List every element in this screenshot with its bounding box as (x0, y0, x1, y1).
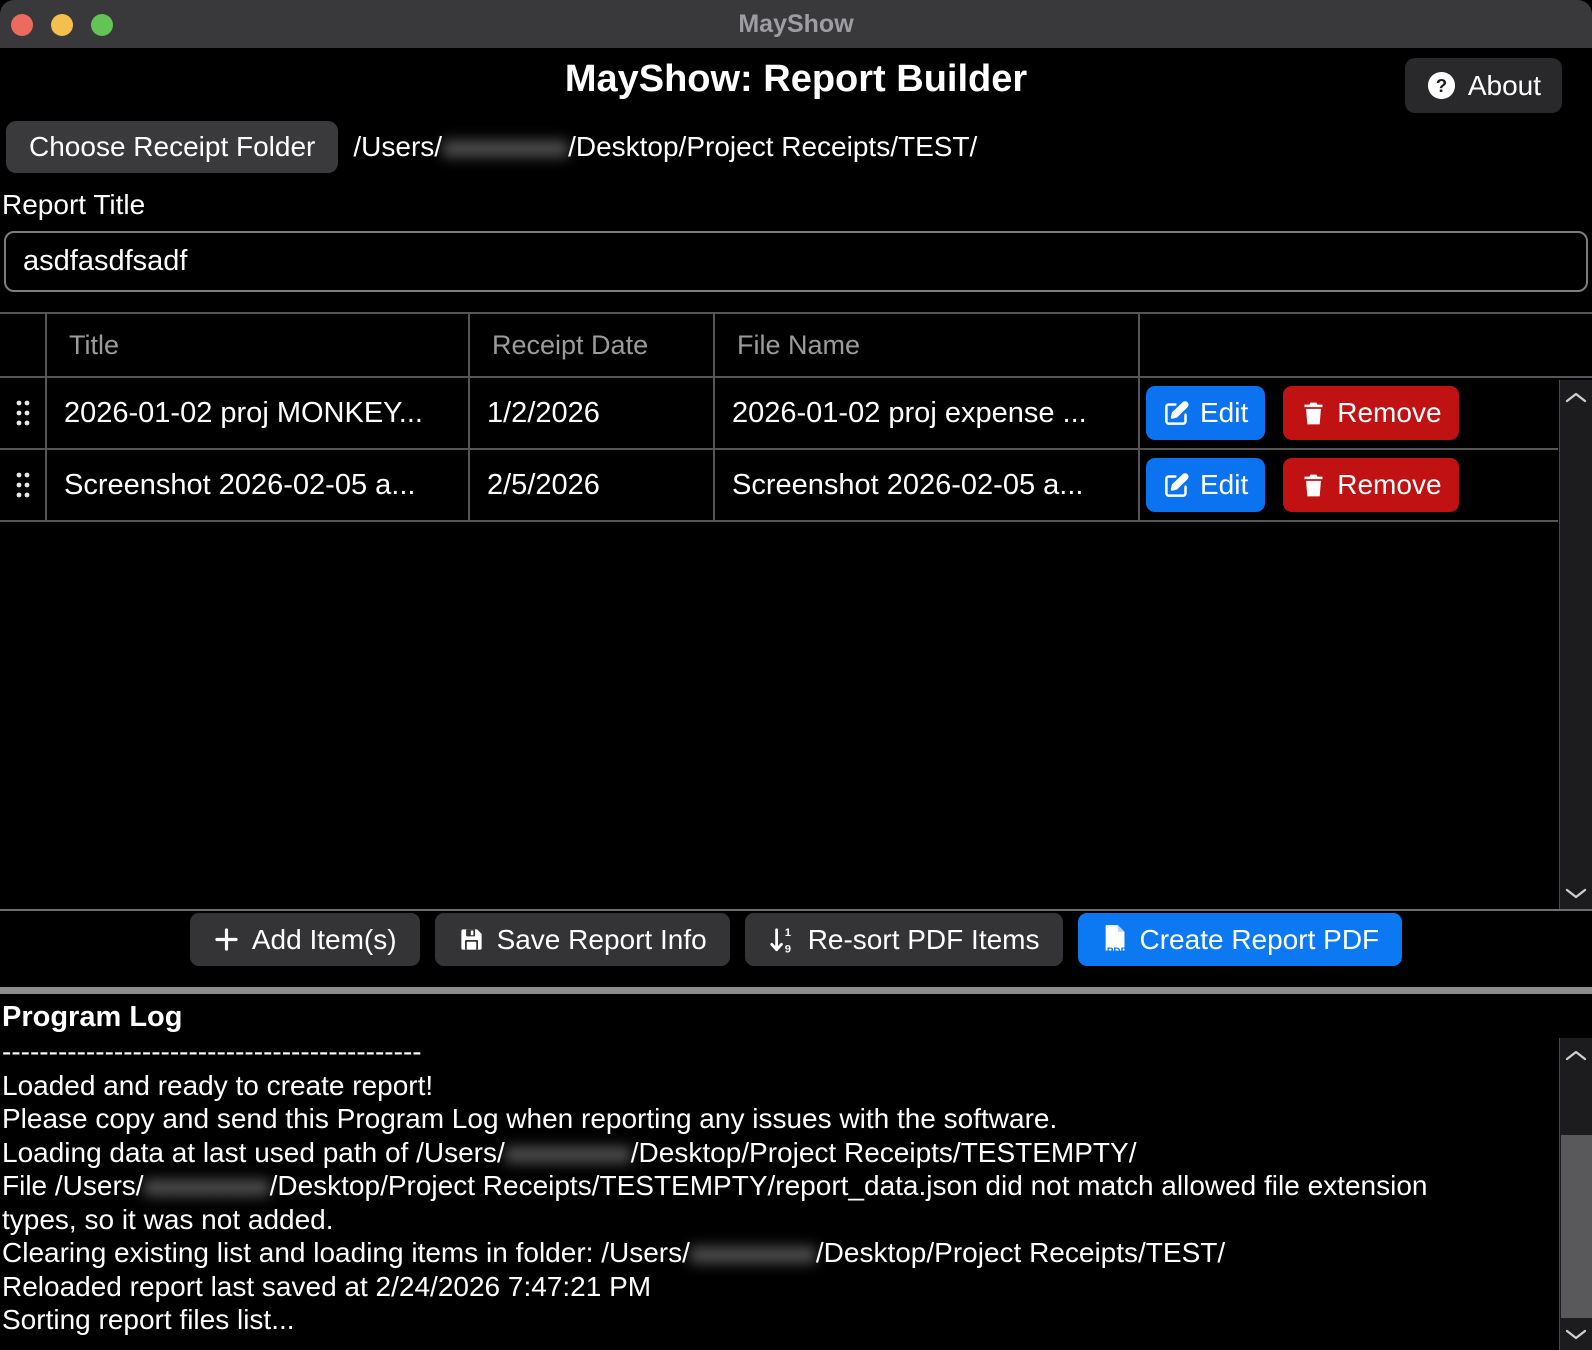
about-button[interactable]: ? About (1405, 58, 1562, 113)
program-log-body: ----------------------------------------… (2, 1035, 1507, 1337)
row-drag-handle[interactable] (0, 450, 47, 520)
log-line: ----------------------------------------… (2, 1035, 1507, 1069)
remove-button[interactable]: Remove (1283, 386, 1458, 440)
drag-handle-icon (15, 399, 31, 427)
column-header-title: Title (47, 314, 470, 376)
report-title-label: Report Title (2, 189, 145, 221)
app-window: MayShow MayShow: Report Builder ? About … (0, 0, 1592, 1350)
edit-button[interactable]: Edit (1146, 458, 1265, 512)
redacted-username: xxxxxxxxx (690, 1236, 816, 1270)
log-line: Loaded and ready to create report! (2, 1069, 1507, 1103)
row-date: 2/5/2026 (470, 450, 715, 520)
chevron-down-icon[interactable] (1564, 887, 1588, 901)
row-date: 1/2/2026 (470, 378, 715, 448)
redacted-username: xxxxxxxxx (144, 1169, 270, 1203)
program-log: Program Log ----------------------------… (0, 994, 1592, 1350)
edit-label: Edit (1200, 397, 1248, 429)
trash-icon (1300, 472, 1327, 499)
remove-label: Remove (1337, 469, 1441, 501)
chevron-up-icon[interactable] (1564, 1048, 1588, 1062)
table-row: 2026-01-02 proj MONKEY... 1/2/2026 2026-… (0, 378, 1558, 450)
sort-numeric-icon: 19 (768, 926, 796, 954)
items-table: Title Receipt Date File Name 2026-01-02 … (0, 312, 1592, 911)
row-file: Screenshot 2026-02-05 a... (715, 450, 1140, 520)
table-body: 2026-01-02 proj MONKEY... 1/2/2026 2026-… (0, 378, 1558, 522)
chevron-up-icon[interactable] (1564, 390, 1588, 404)
save-report-label: Save Report Info (497, 924, 707, 956)
row-title: 2026-01-02 proj MONKEY... (47, 378, 470, 448)
chevron-down-icon[interactable] (1564, 1328, 1588, 1342)
folder-row: Choose Receipt Folder /Users/xxxxxxxxx/D… (6, 121, 977, 173)
column-header-actions (1140, 314, 1592, 376)
row-actions: Edit Remove (1140, 378, 1558, 448)
drag-handle-icon (15, 471, 31, 499)
row-title: Screenshot 2026-02-05 a... (47, 450, 470, 520)
remove-button[interactable]: Remove (1283, 458, 1458, 512)
redacted-username: xxxxxxxxx (442, 131, 568, 163)
log-line: Loading data at last used path of /Users… (2, 1136, 1507, 1170)
edit-icon (1163, 400, 1190, 427)
add-items-button[interactable]: Add Item(s) (190, 913, 420, 966)
log-line: Sorting report files list... (2, 1303, 1507, 1337)
pdf-file-icon: PDF (1101, 924, 1128, 955)
row-file: 2026-01-02 proj expense ... (715, 378, 1140, 448)
scrollbar-thumb[interactable] (1561, 1135, 1592, 1318)
window-title: MayShow (0, 0, 1592, 48)
column-header-handle (0, 314, 47, 376)
remove-label: Remove (1337, 397, 1441, 429)
table-header-row: Title Receipt Date File Name (0, 314, 1592, 378)
trash-icon (1300, 400, 1327, 427)
folder-path: /Users/xxxxxxxxx/Desktop/Project Receipt… (353, 131, 977, 163)
report-title-input[interactable] (4, 231, 1588, 292)
table-scrollbar[interactable] (1559, 380, 1592, 909)
about-label: About (1468, 70, 1541, 102)
folder-path-suffix: /Desktop/Project Receipts/TEST/ (568, 131, 977, 162)
plus-icon (213, 926, 240, 953)
row-actions: Edit Remove (1140, 450, 1558, 520)
svg-text:?: ? (1436, 75, 1447, 96)
add-items-label: Add Item(s) (252, 924, 397, 956)
resort-pdf-button[interactable]: 19 Re-sort PDF Items (745, 913, 1063, 966)
create-report-pdf-label: Create Report PDF (1140, 924, 1380, 956)
svg-text:9: 9 (784, 943, 790, 954)
log-divider (0, 987, 1592, 994)
program-log-title: Program Log (2, 1001, 1592, 1033)
edit-icon (1163, 472, 1190, 499)
redacted-username: xxxxxxxxx (505, 1136, 631, 1170)
log-scrollbar[interactable] (1559, 1038, 1592, 1350)
log-line: Clearing existing list and loading items… (2, 1236, 1507, 1270)
log-line: Reloaded report last saved at 2/24/2026 … (2, 1270, 1507, 1304)
create-report-pdf-button[interactable]: PDF Create Report PDF (1078, 913, 1403, 966)
column-header-file: File Name (715, 314, 1140, 376)
row-drag-handle[interactable] (0, 378, 47, 448)
svg-text:PDF: PDF (1106, 946, 1126, 955)
resort-pdf-label: Re-sort PDF Items (808, 924, 1040, 956)
actions-row: Add Item(s) Save Report Info 19 Re-sort … (0, 913, 1592, 966)
question-circle-icon: ? (1426, 70, 1457, 101)
folder-path-prefix: /Users/ (353, 131, 442, 162)
save-report-button[interactable]: Save Report Info (435, 913, 730, 966)
edit-label: Edit (1200, 469, 1248, 501)
table-row: Screenshot 2026-02-05 a... 2/5/2026 Scre… (0, 450, 1558, 522)
save-icon (458, 926, 485, 953)
titlebar: MayShow (0, 0, 1592, 48)
log-line: Please copy and send this Program Log wh… (2, 1102, 1507, 1136)
choose-folder-button[interactable]: Choose Receipt Folder (6, 121, 338, 173)
edit-button[interactable]: Edit (1146, 386, 1265, 440)
column-header-date: Receipt Date (470, 314, 715, 376)
svg-text:1: 1 (784, 927, 790, 939)
page-title: MayShow: Report Builder (0, 58, 1592, 101)
log-line: File /Users/xxxxxxxxx/Desktop/Project Re… (2, 1169, 1507, 1236)
